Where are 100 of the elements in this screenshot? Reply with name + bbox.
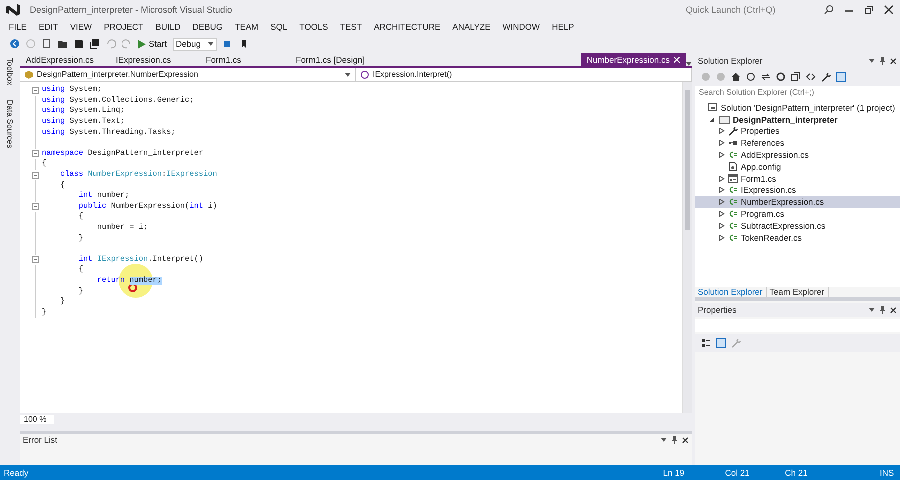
new-project-icon[interactable] — [42, 39, 52, 49]
menu-item[interactable]: EDIT — [32, 22, 64, 32]
tree-item[interactable]: Solution 'DesignPattern_interpreter' (1 project) — [695, 102, 900, 114]
menu-item[interactable]: PROJECT — [98, 22, 150, 32]
collapsed-arrow-icon[interactable] — [719, 128, 725, 134]
panel-tab[interactable]: Solution Explorer — [695, 287, 767, 297]
close-icon[interactable] — [884, 4, 894, 14]
search-icon[interactable] — [824, 4, 834, 14]
menu-item[interactable]: TEST — [334, 22, 368, 32]
menu-item[interactable]: VIEW — [64, 22, 98, 32]
member-label: IExpression.Interpret() — [373, 70, 452, 79]
solution-icon[interactable] — [708, 102, 718, 113]
tree-item[interactable]: Form1.cs — [695, 172, 900, 185]
dropdown-icon[interactable] — [345, 72, 351, 76]
status-line: Ln 19 — [663, 468, 686, 478]
collapse-icon[interactable] — [32, 86, 39, 94]
collapse-all-icon[interactable] — [791, 72, 801, 82]
tree-item[interactable]: AddExpression.cs — [695, 149, 900, 161]
zoom-dropdown[interactable]: 100 % — [20, 414, 54, 424]
config-file-icon[interactable] — [728, 162, 738, 172]
csharp-file-icon[interactable] — [728, 220, 738, 231]
configuration-dropdown[interactable]: Debug — [172, 38, 217, 50]
dropdown-icon[interactable] — [869, 308, 875, 312]
pin-icon[interactable] — [879, 57, 886, 65]
close-icon[interactable] — [890, 306, 897, 314]
dropdown-icon[interactable] — [869, 59, 875, 63]
document-tab[interactable]: AddExpression.cs — [20, 53, 110, 66]
menu-item[interactable]: DEBUG — [186, 22, 230, 32]
dropdown-icon[interactable] — [661, 438, 667, 442]
side-tab[interactable]: Toolbox — [6, 58, 14, 86]
method-icon[interactable] — [360, 70, 370, 80]
csharp-file-icon[interactable] — [728, 197, 738, 208]
menu-item[interactable]: FILE — [3, 22, 33, 32]
panel-tab[interactable]: Team Explorer — [766, 287, 829, 297]
window-title: DesignPattern_interpreter - Microsoft Visual Studio — [30, 4, 234, 14]
save-icon[interactable] — [74, 39, 84, 49]
project-icon[interactable] — [718, 114, 730, 125]
tree-item[interactable]: DesignPattern_interpreter — [695, 114, 900, 126]
vertical-scrollbar[interactable] — [682, 82, 692, 413]
menu-item[interactable]: BUILD — [150, 22, 187, 32]
tree-item[interactable]: TokenReader.cs — [695, 232, 900, 244]
csharp-file-icon[interactable] — [728, 150, 738, 160]
collapsed-arrow-icon[interactable] — [719, 187, 725, 194]
menu-item[interactable]: ANALYZE — [446, 22, 497, 32]
type-dropdown[interactable]: DesignPattern_interpreter.NumberExpression — [20, 68, 356, 81]
menu-item[interactable]: TEAM — [229, 22, 265, 32]
collapsed-arrow-icon[interactable] — [719, 211, 725, 218]
close-icon[interactable] — [890, 58, 897, 64]
sync-icon[interactable] — [761, 72, 771, 82]
collapse-icon[interactable] — [32, 203, 39, 210]
tree-item[interactable]: App.config — [695, 160, 900, 173]
collapsed-arrow-icon[interactable] — [719, 199, 725, 206]
save-all-icon[interactable] — [90, 39, 100, 49]
collapse-icon[interactable] — [32, 150, 39, 158]
expanded-arrow-icon[interactable] — [709, 116, 715, 123]
tree-item[interactable]: IExpression.cs — [695, 184, 900, 196]
collapse-icon[interactable] — [32, 256, 39, 264]
restore-icon[interactable] — [864, 4, 874, 14]
logo-icon[interactable] — [6, 4, 20, 16]
dropdown-icon[interactable] — [686, 62, 692, 66]
collapse-icon[interactable] — [32, 172, 39, 179]
close-icon[interactable] — [682, 436, 689, 444]
collapsed-arrow-icon[interactable] — [719, 222, 725, 229]
csharp-file-icon[interactable] — [728, 209, 738, 220]
dropdown-icon[interactable] — [208, 42, 214, 46]
menu-item[interactable]: HELP — [546, 22, 580, 32]
form-icon[interactable] — [728, 174, 738, 184]
document-tab[interactable]: Form1.cs — [200, 53, 290, 66]
pin-icon[interactable] — [671, 436, 678, 444]
collapsed-arrow-icon[interactable] — [719, 234, 725, 241]
collapsed-arrow-icon[interactable] — [719, 176, 725, 182]
menu-item[interactable]: WINDOW — [496, 22, 546, 32]
tree-item[interactable]: Program.cs — [695, 208, 900, 220]
back-icon[interactable] — [10, 39, 20, 49]
tree-item[interactable]: Properties — [695, 126, 900, 138]
search-field[interactable]: Search Solution Explorer (Ctrl+;) — [695, 86, 900, 99]
document-tab[interactable]: IExpression.cs — [110, 53, 200, 66]
categorized-icon[interactable] — [701, 338, 711, 348]
member-dropdown[interactable]: IExpression.Interpret() — [356, 68, 692, 81]
csharp-file-icon[interactable] — [728, 232, 738, 243]
menu-item[interactable]: ARCHITECTURE — [368, 22, 447, 32]
home-icon[interactable] — [731, 72, 741, 82]
tree-item[interactable]: SubtractExpression.cs — [695, 220, 900, 232]
collapsed-arrow-icon[interactable] — [719, 140, 725, 146]
menu-item[interactable]: SQL — [264, 22, 294, 32]
wrench-icon[interactable] — [728, 126, 738, 136]
menu-item[interactable]: TOOLS — [294, 22, 334, 32]
csharp-file-icon[interactable] — [728, 185, 738, 196]
document-tab[interactable]: NumberExpression.cs — [580, 53, 686, 66]
tree-item[interactable]: References — [695, 137, 900, 150]
wrench-icon[interactable] — [821, 72, 831, 82]
tree-item[interactable]: NumberExpression.cs — [695, 196, 900, 208]
class-icon[interactable] — [24, 70, 34, 80]
start-button[interactable]: Start — [138, 39, 167, 49]
collapsed-arrow-icon[interactable] — [719, 152, 725, 158]
document-tab[interactable]: Form1.cs [Design] — [290, 53, 380, 66]
side-tab[interactable]: Data Sources — [6, 100, 14, 148]
code-icon[interactable] — [806, 72, 816, 82]
open-folder-icon[interactable] — [58, 39, 68, 49]
pin-icon[interactable] — [879, 306, 886, 314]
